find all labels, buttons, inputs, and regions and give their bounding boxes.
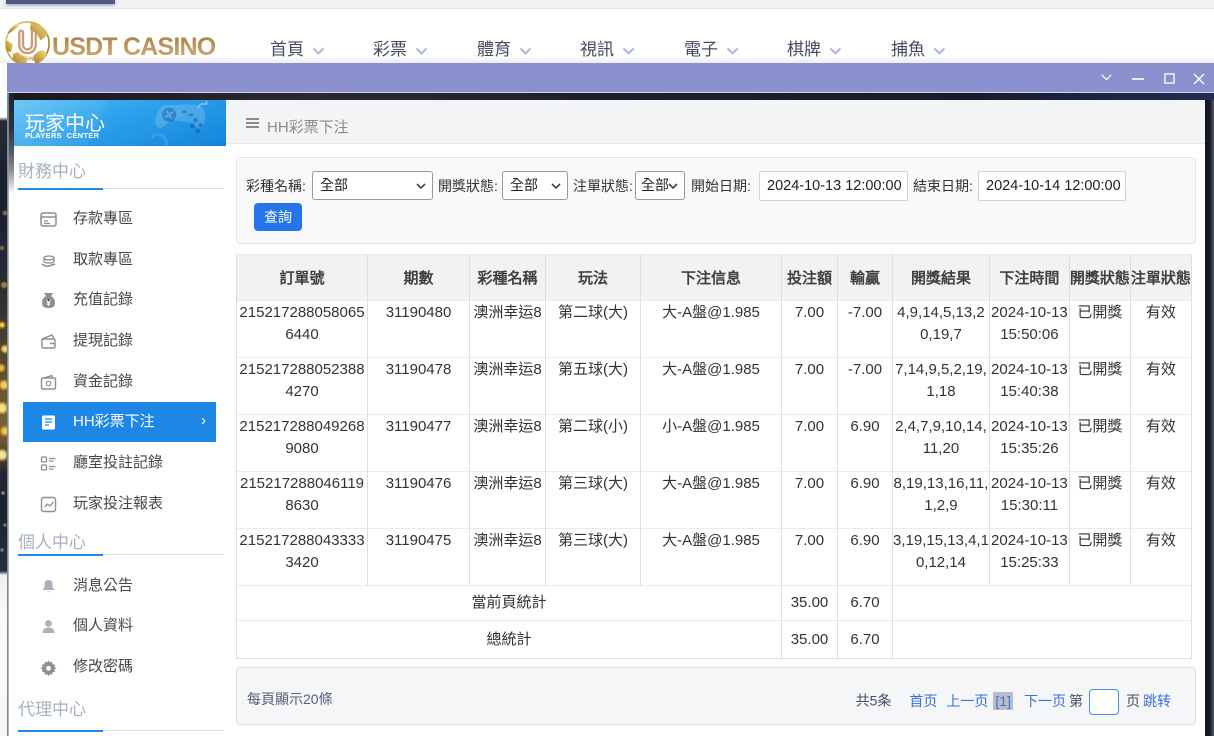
svg-text:CASINO: CASINO bbox=[18, 57, 38, 63]
